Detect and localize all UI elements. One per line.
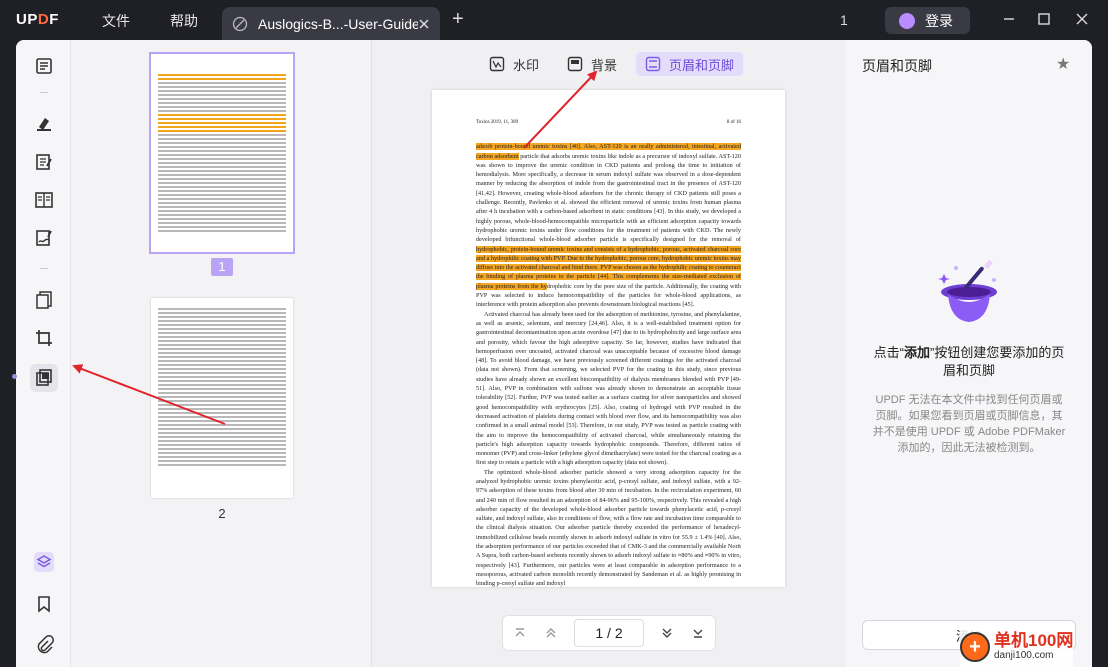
empty-state-message: 点击“添加”按钮创建您要添加的页眉和页脚	[870, 344, 1068, 380]
tab-background-label: 背景	[591, 57, 618, 73]
reader-mode-icon[interactable]	[30, 52, 58, 80]
attachment-icon[interactable]	[30, 630, 58, 658]
close-tab-icon[interactable]	[418, 18, 430, 30]
close-window-icon[interactable]	[1071, 8, 1093, 30]
app-logo: UPDF	[16, 11, 59, 28]
organize-pages-icon[interactable]	[30, 286, 58, 314]
highlight-tool-icon[interactable]	[30, 110, 58, 138]
page-number-1: 1	[211, 258, 233, 276]
total-pages: 2	[614, 625, 623, 641]
watermark-logo-icon: +	[960, 632, 990, 662]
paragraph-2: Activated charcoal has already been used…	[476, 310, 741, 467]
document-viewer: 水印 背景 页眉和页脚 Toxins 2019, 11, 389 8 of 16…	[372, 40, 846, 667]
tab-header-footer-label: 页眉和页脚	[669, 57, 735, 73]
page-header-right: 8 of 16	[726, 120, 741, 125]
document-tab[interactable]: Auslogics-B...-User-Guide	[222, 7, 440, 40]
header-footer-icon	[645, 56, 661, 72]
page-thumbnail-2[interactable]	[151, 298, 293, 498]
page-header-left: Toxins 2019, 11, 389	[476, 120, 519, 125]
page-number-2: 2	[218, 506, 226, 521]
empty-state-bold: 添加	[903, 345, 930, 360]
prev-page-icon[interactable]	[542, 623, 559, 643]
paragraph-3: The optimized whole-blood adsorber parti…	[476, 468, 741, 587]
tab-header-footer[interactable]: 页眉和页脚	[636, 52, 744, 76]
layers-icon[interactable]	[30, 548, 58, 576]
edit-text-icon[interactable]	[30, 148, 58, 176]
page-number-input[interactable]: 1 / 2	[573, 619, 645, 647]
current-page: 1	[595, 625, 604, 641]
menu-file[interactable]: 文件	[102, 11, 130, 31]
header-footer-panel: 页眉和页脚 ★ 点击“添加”按钮创建您要添加的页眉和页脚 UPDF 无法在本文件…	[846, 40, 1092, 667]
document-tab-title: Auslogics-B...-User-Guide	[258, 15, 418, 32]
background-icon	[567, 56, 583, 72]
maximize-icon[interactable]	[1033, 8, 1055, 30]
page-header: Toxins 2019, 11, 389 8 of 16	[476, 118, 741, 127]
watermark-icon	[489, 56, 505, 72]
page-tools-icon[interactable]	[30, 364, 58, 392]
empty-state-hint: UPDF 无法在本文件中找到任何页眉或页脚。如果您看到页眉或页脚信息，其并不是使…	[872, 394, 1066, 454]
thumbnail-panel: 1 2	[71, 40, 372, 667]
page-navigator: 1 / 2	[502, 615, 716, 651]
page-thumbnail-1[interactable]	[149, 52, 295, 254]
site-watermark: + 单机100网 danji100.com	[960, 627, 1074, 667]
first-page-icon[interactable]	[511, 623, 528, 643]
left-toolbar	[16, 40, 71, 667]
watermark-site-name: 单机100网	[994, 631, 1074, 650]
empty-state-suffix: ”按钮创建您要添加的页眉和页脚	[930, 345, 1065, 378]
title-bar: UPDF 文件 帮助 Auslogics-B...-User-Guide + 1…	[0, 0, 1108, 40]
panel-title: 页眉和页脚	[862, 58, 932, 74]
crop-tool-icon[interactable]	[30, 324, 58, 352]
avatar-icon	[899, 12, 915, 29]
menu-help[interactable]: 帮助	[170, 11, 198, 31]
new-tab-icon[interactable]: +	[452, 9, 472, 29]
login-button[interactable]: 登录	[885, 7, 970, 34]
workspace: 1 2 水印 背景 页眉和页脚 Toxins 2019, 11, 389 8 o…	[16, 40, 1092, 667]
tab-background[interactable]: 背景	[558, 52, 626, 76]
bookmark-icon[interactable]	[30, 590, 58, 618]
panel-indicator-dot	[12, 374, 17, 379]
magic-hat-icon	[924, 250, 1014, 340]
sign-tool-icon[interactable]	[30, 224, 58, 252]
paragraph-1: adsorb protein-bound uremic toxins [40].…	[476, 142, 741, 309]
watermark-url: danji100.com	[994, 650, 1054, 661]
paragraph-text: particle that adsorbs uremic toxins like…	[476, 152, 741, 244]
last-page-icon[interactable]	[690, 623, 707, 643]
empty-state-prefix: 点击“	[873, 345, 904, 360]
tab-watermark-label: 水印	[513, 57, 540, 73]
tab-count[interactable]: 1	[840, 12, 848, 28]
tab-watermark[interactable]: 水印	[480, 52, 548, 76]
minimize-icon[interactable]	[998, 8, 1020, 30]
pdf-page: Toxins 2019, 11, 389 8 of 16 adsorb prot…	[432, 90, 785, 587]
next-page-icon[interactable]	[658, 623, 675, 643]
login-label: 登录	[925, 12, 953, 29]
document-tab-icon	[232, 16, 248, 32]
page-separator: /	[607, 625, 611, 641]
page-tools-tabs: 水印 背景 页眉和页脚	[480, 52, 744, 76]
favorite-star-icon[interactable]: ★	[1056, 54, 1070, 74]
form-tool-icon[interactable]	[30, 186, 58, 214]
